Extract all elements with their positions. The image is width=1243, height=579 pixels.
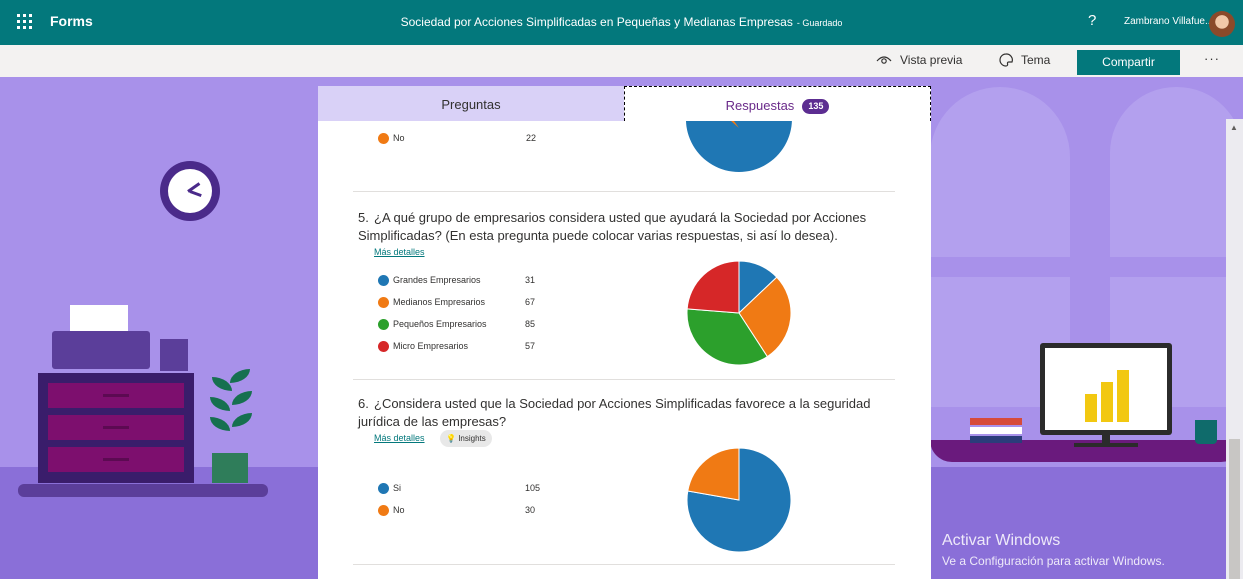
lightbulb-icon: 💡 [446,434,456,443]
legend-count: 67 [525,297,536,307]
theme-button[interactable]: Tema [999,53,1050,67]
pie-slice [686,260,740,314]
legend-count: 85 [525,319,536,329]
tab-responses-label: Respuestas [725,98,795,113]
eye-icon [876,56,892,64]
scroll-thumb[interactable] [1229,439,1240,579]
legend-label: Pequeños Empresarios [393,319,487,329]
legend-dot [378,341,389,352]
windows-watermark-title: Activar Windows [942,532,1061,549]
separator [353,191,895,192]
printer-icon [52,331,150,369]
legend-label: Micro Empresarios [393,341,469,351]
responses-panel: No 22 5. ¿A qué grupo de empresarios cons… [318,121,931,579]
legend-dot [378,275,389,286]
insights-button[interactable]: 💡 Insights [440,430,492,447]
share-button[interactable]: Compartir [1077,50,1180,75]
mug-icon [1195,420,1217,444]
legend-dot [378,483,389,494]
scrollbar[interactable]: ▲ [1226,119,1243,579]
separator [353,379,895,380]
pie-chart-q4 [686,121,792,172]
help-icon[interactable]: ? [1088,12,1096,29]
form-title[interactable]: Sociedad por Acciones Simplificadas en P… [401,15,793,29]
floor-shadow [18,484,268,497]
response-count-badge: 135 [802,99,830,115]
more-details-link-q6[interactable]: Más detalles [374,433,425,443]
legend-dot [378,297,389,308]
legend-count: 57 [525,341,536,351]
legend-dot [378,505,389,516]
document-title: Sociedad por Acciones Simplificadas en P… [0,15,1243,29]
preview-label: Vista previa [900,53,963,67]
legend-label: No [393,505,405,515]
windows-watermark-subtitle: Ve a Configuración para activar Windows. [942,554,1165,568]
avatar[interactable] [1209,11,1235,37]
monitor-icon [1040,343,1172,435]
cabinet [38,373,194,483]
more-options-icon[interactable]: ··· [1204,51,1220,66]
palette-icon [999,53,1013,67]
pie-chart-q6 [686,447,792,553]
legend-label: Grandes Empresarios [393,275,481,285]
pie-chart-q5 [686,260,792,366]
separator [353,564,895,565]
more-details-link-q5[interactable]: Más detalles [374,247,425,257]
clock-icon [160,161,220,221]
tab-questions-label: Preguntas [441,97,501,112]
theme-label: Tema [1021,53,1051,67]
legend-dot [378,319,389,330]
tab-questions[interactable]: Preguntas [318,86,624,121]
tab-responses[interactable]: Respuestas 135 [624,86,931,121]
question-5-text: 5. ¿A qué grupo de empresarios considera … [358,210,867,243]
question-6-text: 6. ¿Considera usted que la Sociedad por A… [358,396,871,429]
user-name[interactable]: Zambrano Villafue... [1124,16,1213,27]
scroll-up-icon[interactable]: ▲ [1230,123,1238,132]
insights-label: Insights [458,434,486,443]
command-bar: Vista previa Tema Compartir ··· [0,45,1243,77]
top-bar: Forms Sociedad por Acciones Simplificada… [0,0,1243,45]
preview-button[interactable]: Vista previa [876,53,962,67]
legend-label: Si [393,483,402,493]
legend-count: 105 [525,483,541,493]
legend-count: 31 [525,275,536,285]
pie-slice [687,447,740,501]
save-status: - Guardado [796,18,843,28]
pencil-cup-icon [160,339,188,371]
legend-count: 30 [525,505,536,515]
books-icon [970,418,1022,443]
legend-label: Medianos Empresarios [393,297,486,307]
